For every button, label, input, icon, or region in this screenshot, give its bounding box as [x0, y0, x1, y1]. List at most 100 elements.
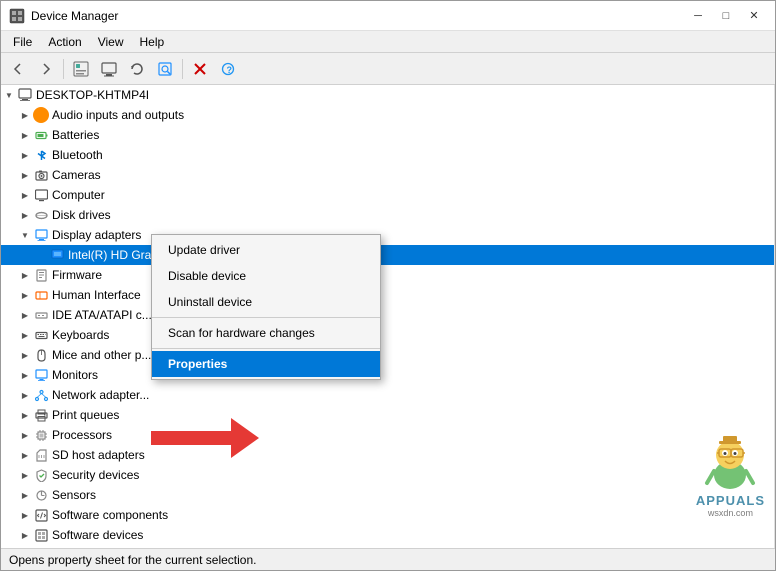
tree-expand-firmware[interactable]: ▶ [17, 271, 33, 280]
ctx-scan-hardware[interactable]: Scan for hardware changes [152, 320, 380, 346]
sound-icon [33, 547, 49, 548]
camera-icon [33, 167, 49, 183]
tree-item-software-components[interactable]: ▶ Software components [1, 505, 774, 525]
tree-expand-network[interactable]: ▶ [17, 391, 33, 400]
tree-expand-display[interactable]: ▼ [17, 231, 33, 240]
tree-item-audio[interactable]: ▶ Audio inputs and outputs [1, 105, 774, 125]
sensors-label: Sensors [52, 488, 96, 502]
ide-label: IDE ATA/ATAPI c... [52, 308, 152, 322]
tree-panel[interactable]: ▼ DESKTOP-KHTMP4I ▶ [1, 85, 775, 548]
tree-expand-keyboards[interactable]: ▶ [17, 331, 33, 340]
sd-icon [33, 447, 49, 463]
tree-item-security[interactable]: ▶ Security devices [1, 465, 774, 485]
device-manager-window: Device Manager ─ □ ✕ File Action View He… [0, 0, 776, 571]
tree-expand-disk[interactable]: ▶ [17, 211, 33, 220]
tree-item-ide[interactable]: ▶ IDE ATA/ATAPI c... [1, 305, 774, 325]
tree-item-cameras[interactable]: ▶ Cameras [1, 165, 774, 185]
tree-item-batteries[interactable]: ▶ Batteries [1, 125, 774, 145]
tree-item-human[interactable]: ▶ Human Interface [1, 285, 774, 305]
tree-expand-bluetooth[interactable]: ▶ [17, 151, 33, 160]
tree-expand-computer[interactable]: ▶ [17, 191, 33, 200]
software-components-icon [33, 507, 49, 523]
software-components-label: Software components [52, 508, 168, 522]
tree-item-print[interactable]: ▶ Print queues [1, 405, 774, 425]
minimize-button[interactable]: ─ [685, 6, 711, 26]
tree-item-processors[interactable]: ▶ Processors [1, 425, 774, 445]
tree-expand-security[interactable]: ▶ [17, 471, 33, 480]
tree-item-sound[interactable]: ▶ Sound, video and game controllers [1, 545, 774, 548]
bluetooth-icon [33, 147, 49, 163]
tree-expand-software-comp[interactable]: ▶ [17, 511, 33, 520]
tree-item-mice[interactable]: ▶ Mice and other p... [1, 345, 774, 365]
audio-label: Audio inputs and outputs [52, 108, 184, 122]
monitors-label: Monitors [52, 368, 98, 382]
menu-help[interactable]: Help [132, 33, 173, 51]
tree-expand-batteries[interactable]: ▶ [17, 131, 33, 140]
tree-expand-root[interactable]: ▼ [1, 91, 17, 100]
ctx-uninstall-device[interactable]: Uninstall device [152, 289, 380, 315]
tree-expand-sensors[interactable]: ▶ [17, 491, 33, 500]
cameras-label: Cameras [52, 168, 101, 182]
print-label: Print queues [52, 408, 119, 422]
tree-expand-print[interactable]: ▶ [17, 411, 33, 420]
tree-item-firmware[interactable]: ▶ Firmware [1, 265, 774, 285]
toolbar-properties-button[interactable] [68, 56, 94, 82]
main-content: ▼ DESKTOP-KHTMP4I ▶ [1, 85, 775, 548]
sd-label: SD host adapters [52, 448, 145, 462]
tree-expand-cameras[interactable]: ▶ [17, 171, 33, 180]
tree-item-computer[interactable]: ▶ Computer [1, 185, 774, 205]
tree-expand-mice[interactable]: ▶ [17, 351, 33, 360]
battery-icon [33, 127, 49, 143]
tree-item-sd[interactable]: ▶ SD host adapters [1, 445, 774, 465]
ctx-disable-device[interactable]: Disable device [152, 263, 380, 289]
menu-file[interactable]: File [5, 33, 40, 51]
speaker-icon [33, 107, 49, 123]
ctx-separator-1 [152, 317, 380, 318]
toolbar-help-button[interactable]: ? [215, 56, 241, 82]
tree-expand-monitors[interactable]: ▶ [17, 371, 33, 380]
tree-expand-ide[interactable]: ▶ [17, 311, 33, 320]
maximize-button[interactable]: □ [713, 6, 739, 26]
tree-item-network[interactable]: ▶ Network adapter... [1, 385, 774, 405]
graphics-icon [49, 247, 65, 263]
software-devices-label: Software devices [52, 528, 143, 542]
toolbar-forward-button[interactable] [33, 56, 59, 82]
tree-item-display[interactable]: ▼ Display adapters [1, 225, 774, 245]
batteries-label: Batteries [52, 128, 99, 142]
bluetooth-label: Bluetooth [52, 148, 103, 162]
tree-item-monitors[interactable]: ▶ Monitors [1, 365, 774, 385]
menu-view[interactable]: View [90, 33, 132, 51]
toolbar-display-button[interactable] [96, 56, 122, 82]
ctx-properties[interactable]: Properties [152, 351, 380, 377]
ctx-update-driver[interactable]: Update driver [152, 237, 380, 263]
tree-item-bluetooth[interactable]: ▶ Bluetooth [1, 145, 774, 165]
human-interface-icon [33, 287, 49, 303]
close-button[interactable]: ✕ [741, 6, 767, 26]
computer-icon [17, 87, 33, 103]
tree-item-software-devices[interactable]: ▶ Software devices [1, 525, 774, 545]
processor-icon [33, 427, 49, 443]
window-icon [9, 8, 25, 24]
menu-action[interactable]: Action [40, 33, 89, 51]
toolbar-update-button[interactable] [124, 56, 150, 82]
tree-root[interactable]: ▼ DESKTOP-KHTMP4I [1, 85, 774, 105]
tree-expand-sd[interactable]: ▶ [17, 451, 33, 460]
tree-item-disk[interactable]: ▶ Disk drives [1, 205, 774, 225]
tree-item-keyboards[interactable]: ▶ Keyboards [1, 325, 774, 345]
network-icon [33, 387, 49, 403]
human-interface-label: Human Interface [52, 288, 141, 302]
tree-expand-software-dev[interactable]: ▶ [17, 531, 33, 540]
tree-item-intel-graphics[interactable]: Intel(R) HD Graphics 615 [1, 245, 774, 265]
firmware-icon [33, 267, 49, 283]
print-icon [33, 407, 49, 423]
tree-item-sensors[interactable]: ▶ Sensors [1, 485, 774, 505]
tree-expand-audio[interactable]: ▶ [17, 111, 33, 120]
ide-icon [33, 307, 49, 323]
toolbar-back-button[interactable] [5, 56, 31, 82]
tree-expand-processors[interactable]: ▶ [17, 431, 33, 440]
title-bar-left: Device Manager [9, 8, 118, 24]
tree-expand-human[interactable]: ▶ [17, 291, 33, 300]
toolbar-scan-button[interactable] [152, 56, 178, 82]
toolbar-delete-button[interactable] [187, 56, 213, 82]
security-label: Security devices [52, 468, 139, 482]
